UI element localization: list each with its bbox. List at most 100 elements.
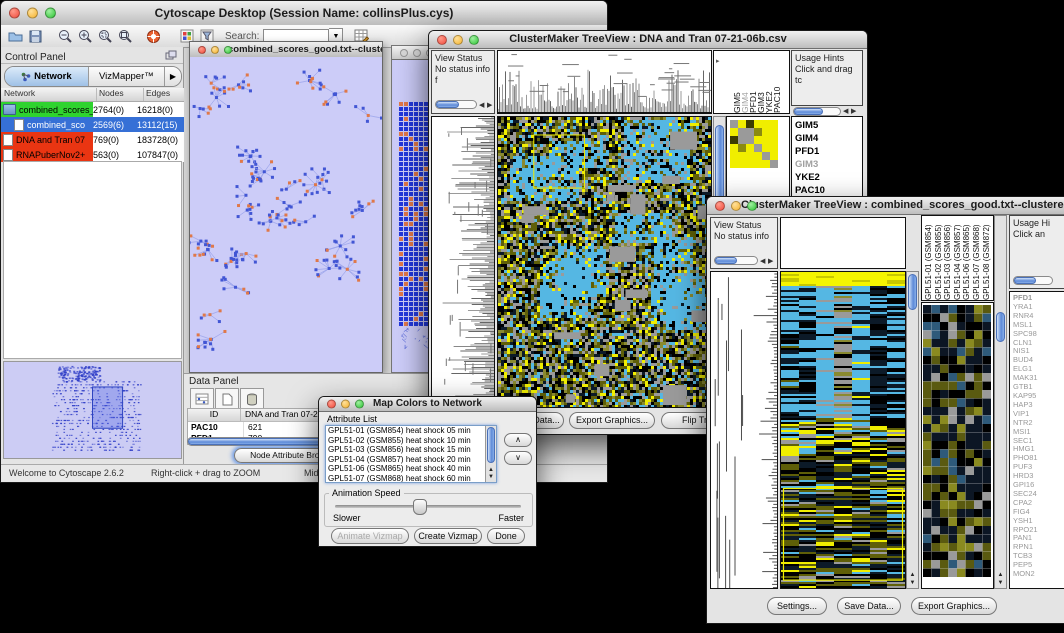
close-button[interactable] [198, 46, 206, 54]
gene-label[interactable]: HAP3 [1013, 401, 1064, 410]
view-status-hscrollbar[interactable] [435, 100, 477, 109]
minimize-button[interactable] [413, 49, 421, 57]
settings-button[interactable]: Settings... [767, 597, 827, 615]
attribute-list-item[interactable]: GPL51-02 (GSM855) heat shock 10 min [326, 436, 484, 446]
attribute-list-item[interactable]: GPL51-06 (GSM865) heat shock 40 min [326, 464, 484, 474]
gene-label[interactable]: MON2 [1013, 570, 1064, 579]
heatmap-column-label[interactable]: GIM5 [732, 53, 740, 113]
heatmap-column-label[interactable]: GPL51-02 (GSM855) [934, 216, 944, 300]
zoom-button[interactable] [45, 8, 56, 19]
similarity-matrix[interactable] [730, 120, 780, 170]
select-attributes-icon[interactable] [190, 388, 214, 410]
gene-label[interactable]: PHO81 [1013, 454, 1064, 463]
new-attribute-icon[interactable] [215, 388, 239, 410]
gene-label[interactable]: HRD3 [1013, 472, 1064, 481]
help-icon[interactable] [143, 27, 163, 45]
treeview1-column-dendrogram[interactable] [497, 50, 712, 114]
gene-label[interactable]: RPO21 [1013, 526, 1064, 535]
network-table-row[interactable]: DNA and Tran 07 769(0) 183728(0) [1, 132, 184, 147]
gene-label[interactable]: ELG1 [1013, 365, 1064, 374]
gene-label[interactable]: CLN1 [1013, 339, 1064, 348]
move-up-button[interactable]: ∧ [504, 433, 532, 447]
network-table-row[interactable]: RNAPuberNov2+ 563(0) 107847(0) [1, 147, 184, 162]
treeview2-row-dendrogram[interactable] [710, 271, 778, 589]
birdseye-view[interactable] [3, 361, 182, 459]
gene-label[interactable]: BUD4 [1013, 356, 1064, 365]
attribute-list-scrollbar[interactable] [485, 426, 496, 482]
move-down-button[interactable]: ∨ [504, 451, 532, 465]
treeview2-zoomview[interactable] [921, 302, 994, 589]
treeview1-titlebar[interactable]: ClusterMaker TreeView : DNA and Tran 07-… [429, 31, 867, 49]
heatmap-column-label[interactable]: YKE2 [764, 53, 772, 113]
open-file-icon[interactable] [5, 27, 25, 45]
gene-label[interactable]: SEC1 [1013, 437, 1064, 446]
network-frame-1-titlebar[interactable]: combined_scores_good.txt--cluste... [190, 42, 382, 58]
done-button[interactable]: Done [487, 528, 525, 544]
close-button[interactable] [437, 35, 447, 45]
attribute-list-item[interactable]: GPL51-07 (GSM868) heat shock 60 min [326, 474, 484, 483]
gene-label[interactable]: CPA2 [1013, 499, 1064, 508]
gene-label[interactable]: YKE2 [795, 171, 862, 184]
gene-label[interactable]: YSH1 [1013, 517, 1064, 526]
gene-label[interactable]: PUF3 [1013, 463, 1064, 472]
tab-overflow-arrow[interactable]: ▶ [165, 67, 181, 86]
zoom-out-icon[interactable] [55, 27, 75, 45]
close-button[interactable] [400, 49, 408, 57]
export-graphics-button[interactable]: Export Graphics... [569, 412, 655, 429]
gene-label[interactable]: MSL1 [1013, 321, 1064, 330]
delete-attribute-icon[interactable] [240, 388, 264, 410]
heatmap-column-label[interactable]: GPL51-06 (GSM865) [962, 216, 972, 300]
network-table-header[interactable]: Network Nodes Edges [1, 88, 184, 102]
export-graphics-button[interactable]: Export Graphics... [911, 597, 997, 615]
minimize-button[interactable] [453, 35, 463, 45]
gene-label[interactable]: RPN1 [1013, 543, 1064, 552]
zoom-fit-icon[interactable] [115, 27, 135, 45]
heatmap-column-label[interactable]: GIM3 [756, 53, 764, 113]
heatmap-column-label[interactable]: GPL51-08 (GSM872) [982, 216, 992, 300]
column-header-id[interactable]: ID [188, 409, 241, 421]
gene-label[interactable]: MAK31 [1013, 374, 1064, 383]
gene-label[interactable]: YRA1 [1013, 303, 1064, 312]
speed-slider-thumb[interactable] [413, 499, 427, 515]
zoom-button[interactable] [224, 46, 232, 54]
create-vizmap-button[interactable]: Create Vizmap [414, 528, 482, 544]
gene-label[interactable]: GPI16 [1013, 481, 1064, 490]
gene-label[interactable]: GIM3 [795, 158, 862, 171]
gene-label[interactable]: SPC98 [1013, 330, 1064, 339]
main-title-bar[interactable]: Cytoscape Desktop (Session Name: collins… [1, 1, 607, 26]
view-status-hscrollbar[interactable] [714, 256, 758, 265]
float-panel-icon[interactable] [161, 47, 181, 63]
zoom-in-icon[interactable] [75, 27, 95, 45]
network-view-1-canvas[interactable] [190, 57, 382, 372]
network-table-row[interactable]: combined_scores_ 2764(0) 16218(0) [1, 102, 184, 117]
speed-slider-track[interactable] [335, 505, 521, 508]
save-icon[interactable] [25, 27, 45, 45]
gene-label[interactable]: GIM5 [795, 119, 862, 132]
treeview1-genelist-hscrollbar[interactable] [793, 107, 841, 116]
gene-label[interactable]: PAN1 [1013, 534, 1064, 543]
heatmap-column-label[interactable]: GPL51-04 (GSM857) [953, 216, 963, 300]
heatmap-column-label[interactable]: GPL51-03 (GSM856) [943, 216, 953, 300]
close-button[interactable] [9, 8, 20, 19]
gene-label[interactable]: PEP5 [1013, 561, 1064, 570]
gene-label[interactable]: GTB1 [1013, 383, 1064, 392]
gene-label[interactable]: VIP1 [1013, 410, 1064, 419]
animate-vizmap-button[interactable]: Animate Vizmap [331, 528, 409, 544]
treeview2-heatmap[interactable] [780, 271, 906, 589]
heatmap-column-label[interactable]: PFD1 [748, 53, 756, 113]
zoom-button[interactable] [469, 35, 479, 45]
treeview1-heatmap[interactable] [497, 116, 712, 408]
gene-label[interactable]: GIM4 [795, 132, 862, 145]
treeview2-zoom-vscrollbar[interactable] [994, 215, 1007, 589]
close-button[interactable] [715, 201, 725, 211]
gene-label[interactable]: FIG4 [1013, 508, 1064, 517]
heatmap-column-label[interactable]: PAC10 [772, 53, 780, 113]
heatmap-column-label[interactable]: GIM4 [740, 53, 748, 113]
treeview2-vscrollbar[interactable] [906, 271, 919, 589]
tab-network[interactable]: Network [5, 67, 89, 86]
gene-label[interactable]: RNR4 [1013, 312, 1064, 321]
gene-label[interactable]: NTR2 [1013, 419, 1064, 428]
minimize-button[interactable] [731, 201, 741, 211]
zoom-selected-icon[interactable] [95, 27, 115, 45]
treeview2-titlebar[interactable]: ClusterMaker TreeView : combined_scores_… [707, 197, 1064, 215]
